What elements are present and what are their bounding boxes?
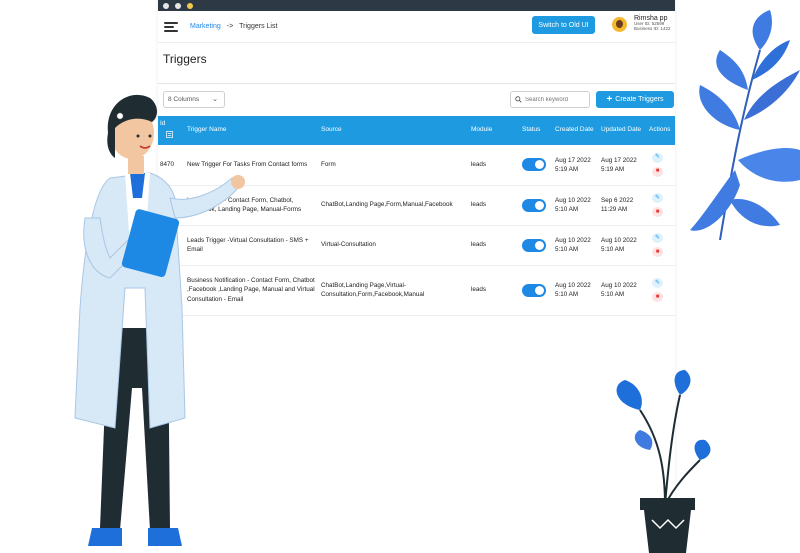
breadcrumb-separator: -> — [226, 23, 234, 30]
doctor-illustration — [74, 94, 245, 546]
cell-status — [520, 145, 553, 186]
status-toggle[interactable] — [522, 238, 546, 252]
window-titlebar — [158, 0, 675, 11]
edit-icon[interactable]: ✎ — [652, 233, 663, 243]
cell-module: leads — [469, 265, 520, 316]
status-toggle[interactable] — [522, 198, 546, 212]
top-navbar: Marketing -> Triggers List Switch to Old… — [158, 11, 675, 43]
cell-created-date: Aug 17 2022 5:19 AM — [553, 145, 599, 186]
cell-updated-date: Aug 10 2022 5:10 AM — [599, 265, 647, 316]
cell-actions: ✎ ■ — [647, 145, 675, 186]
switch-old-ui-button[interactable]: Switch to Old UI — [532, 16, 595, 34]
cell-updated-date: Aug 10 2022 5:10 AM — [599, 225, 647, 266]
header-status[interactable]: Status — [520, 116, 553, 145]
cell-created-date: Aug 10 2022 5:10 AM — [553, 265, 599, 316]
cell-actions: ✎ ■ — [647, 265, 675, 316]
header-updated-date[interactable]: Updated Date — [599, 116, 647, 145]
cell-updated-date: Sep 6 2022 11:29 AM — [599, 185, 647, 226]
edit-icon[interactable]: ✎ — [652, 278, 663, 288]
create-triggers-label: Create Triggers — [615, 96, 664, 103]
header-module[interactable]: Module — [469, 116, 520, 145]
breadcrumb-current: Triggers List — [239, 23, 278, 30]
cell-status — [520, 185, 553, 226]
window-close-dot[interactable] — [163, 2, 169, 9]
window-maximize-dot[interactable] — [187, 2, 193, 9]
cell-module: leads — [469, 185, 520, 226]
decorative-plant — [616, 370, 711, 553]
plus-icon: + — [606, 93, 613, 105]
search-icon — [515, 96, 522, 103]
cell-actions: ✎ ■ — [647, 225, 675, 266]
hamburger-menu-icon[interactable] — [164, 21, 178, 32]
cell-source: ChatBot,Landing Page,Form,Manual,Faceboo… — [319, 185, 469, 226]
search-box[interactable] — [510, 91, 590, 108]
cell-updated-date: Aug 17 2022 5:19 AM — [599, 145, 647, 186]
cell-status — [520, 225, 553, 266]
cell-source: ChatBot,Landing Page,Virtual-Consultatio… — [319, 265, 469, 316]
cell-status — [520, 265, 553, 316]
delete-icon[interactable]: ■ — [652, 292, 663, 302]
edit-icon[interactable]: ✎ — [652, 193, 663, 203]
cell-source: Form — [319, 145, 469, 186]
breadcrumb-marketing[interactable]: Marketing — [190, 23, 221, 30]
cell-module: leads — [469, 225, 520, 266]
delete-icon[interactable]: ■ — [652, 247, 663, 257]
decorative-leaves — [690, 10, 800, 240]
cell-module: leads — [469, 145, 520, 186]
header-source[interactable]: Source — [319, 116, 469, 145]
breadcrumb: Marketing -> Triggers List — [190, 23, 277, 30]
page-title: Triggers — [163, 52, 207, 66]
cell-source: Virtual-Consultation — [319, 225, 469, 266]
delete-icon[interactable]: ■ — [652, 207, 663, 217]
status-toggle[interactable] — [522, 283, 546, 297]
delete-icon[interactable]: ■ — [652, 166, 663, 177]
header-created-date[interactable]: Created Date — [553, 116, 599, 145]
create-triggers-button[interactable]: + Create Triggers — [596, 91, 674, 108]
edit-icon[interactable]: ✎ — [652, 152, 663, 163]
status-toggle[interactable] — [522, 158, 546, 172]
business-id: Business ID: 1422 — [634, 26, 671, 32]
user-avatar[interactable] — [612, 17, 627, 32]
cell-created-date: Aug 10 2022 5:10 AM — [553, 185, 599, 226]
window-minimize-dot[interactable] — [175, 2, 181, 9]
search-input[interactable] — [525, 96, 585, 103]
cell-actions: ✎ ■ — [647, 185, 675, 226]
user-info: Rimsha pp User ID: 52599 Business ID: 14… — [634, 15, 671, 32]
cell-created-date: Aug 10 2022 5:10 AM — [553, 225, 599, 266]
header-actions: Actions — [649, 126, 671, 134]
